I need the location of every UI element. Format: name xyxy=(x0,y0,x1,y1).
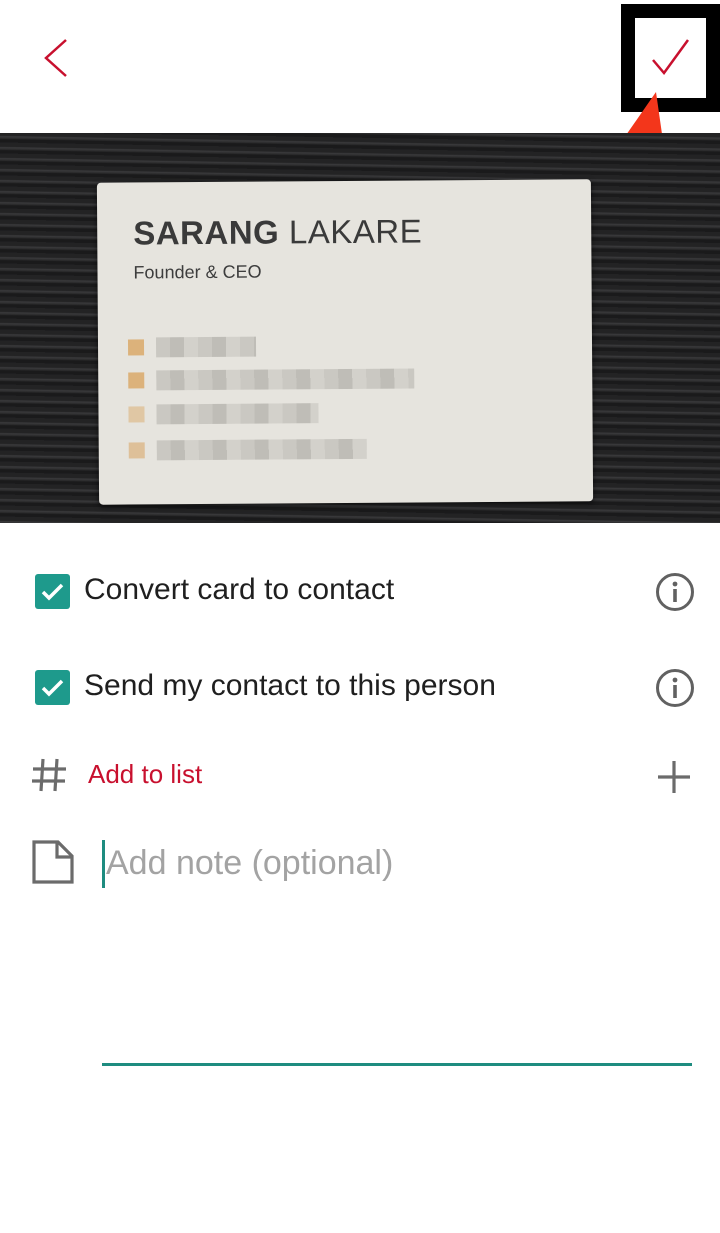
convert-card-label: Convert card to contact xyxy=(84,573,395,606)
card-last-name: LAKARE xyxy=(288,212,423,251)
card-first-name: SARANG xyxy=(133,213,280,252)
business-card: SARANG LAKARE Founder & CEO xyxy=(96,179,594,505)
confirm-button[interactable] xyxy=(640,30,700,90)
text-cursor xyxy=(102,840,105,888)
info-icon[interactable] xyxy=(655,668,695,708)
note-input[interactable] xyxy=(102,838,692,1066)
convert-card-checkbox[interactable] xyxy=(35,574,70,609)
card-redacted-line xyxy=(128,403,328,425)
business-card-photo: SARANG LAKARE Founder & CEO xyxy=(0,133,720,523)
card-redacted-line xyxy=(127,336,268,358)
card-redacted-line xyxy=(128,438,389,461)
add-to-list-row[interactable]: Add to list xyxy=(0,748,720,804)
card-redacted-line xyxy=(128,368,428,391)
add-to-list-label: Add to list xyxy=(88,759,203,789)
info-icon[interactable] xyxy=(655,572,695,612)
check-icon xyxy=(41,583,64,601)
send-contact-label: Send my contact to this person xyxy=(84,669,496,702)
send-contact-checkbox[interactable] xyxy=(35,670,70,705)
back-button[interactable] xyxy=(26,28,86,88)
hash-icon xyxy=(30,756,68,794)
plus-icon[interactable] xyxy=(655,758,693,796)
note-icon xyxy=(30,840,74,884)
option-convert-card[interactable]: Convert card to contact xyxy=(0,560,720,624)
card-name: SARANG LAKARE xyxy=(133,212,422,252)
chevron-left-icon xyxy=(44,39,67,77)
check-icon xyxy=(41,679,64,697)
card-job-title: Founder & CEO xyxy=(133,261,262,283)
option-send-contact[interactable]: Send my contact to this person xyxy=(0,656,720,720)
checkmark-icon xyxy=(652,39,690,76)
